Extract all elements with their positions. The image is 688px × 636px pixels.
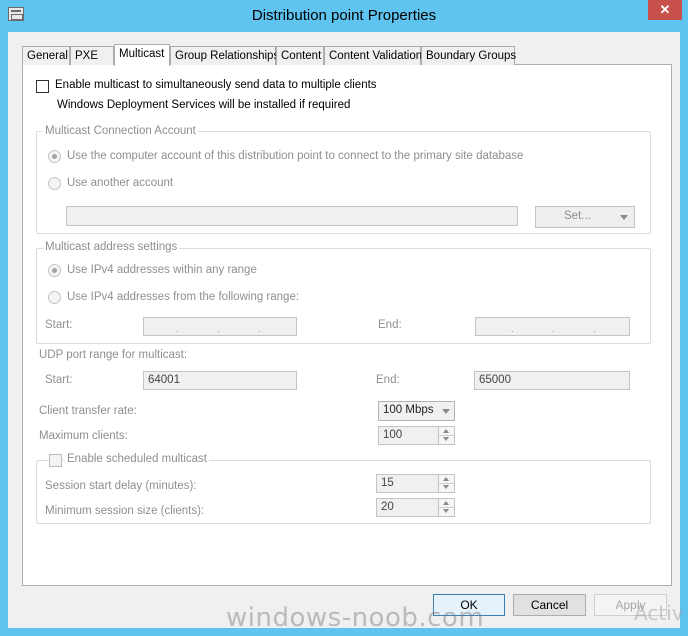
tab-group-relationships[interactable]: Group Relationships <box>170 46 279 65</box>
tab-content-validation[interactable]: Content Validation <box>324 46 422 65</box>
session-start-delay-stepper[interactable]: 15 <box>376 474 455 493</box>
ip-start-label: Start: <box>45 319 73 331</box>
enable-multicast-checkbox[interactable] <box>36 80 49 93</box>
tab-content[interactable]: Content <box>276 46 324 65</box>
watermark-text: windows-noob.com <box>226 603 485 633</box>
ip-dot: . <box>176 324 179 335</box>
wds-note: Windows Deployment Services will be inst… <box>57 99 351 111</box>
session-start-delay-value: 15 <box>381 477 394 489</box>
client-transfer-rate-select[interactable]: 100 Mbps <box>378 401 455 421</box>
ip-end-field[interactable]: . . . <box>475 317 630 336</box>
radio-another-account-label: Use another account <box>67 177 174 189</box>
ip-end-label: End: <box>378 319 402 331</box>
min-session-size-label: Minimum session size (clients): <box>45 505 205 517</box>
ip-dot: . <box>593 324 596 335</box>
udp-start-field[interactable]: 64001 <box>143 371 297 390</box>
udp-start-label: Start: <box>45 374 73 386</box>
arrow-down-icon <box>443 485 449 489</box>
udp-end-label: End: <box>376 374 400 386</box>
client-transfer-rate-label: Client transfer rate: <box>39 405 137 417</box>
tab-multicast[interactable]: Multicast <box>114 44 170 66</box>
maximum-clients-label: Maximum clients: <box>39 430 128 442</box>
connection-account-group-label: Multicast Connection Account <box>43 125 198 137</box>
chevron-down-icon <box>442 409 450 414</box>
chevron-down-icon <box>620 215 628 220</box>
dialog-client-area: General PXE Multicast Group Relationship… <box>8 32 680 628</box>
tab-general[interactable]: General <box>22 46 70 65</box>
min-session-size-stepper[interactable]: 20 <box>376 498 455 517</box>
udp-port-range-label: UDP port range for multicast: <box>39 349 188 361</box>
ip-dot: . <box>258 324 261 335</box>
ip-dot: . <box>511 324 514 335</box>
radio-following-range[interactable] <box>48 291 61 304</box>
stepper-buttons[interactable] <box>438 499 454 516</box>
activate-windows-text: Activ <box>634 601 684 625</box>
title-bar[interactable]: Distribution point Properties ✕ <box>0 0 688 32</box>
stepper-divider <box>439 483 454 484</box>
session-start-delay-label: Session start delay (minutes): <box>45 480 197 492</box>
window-title: Distribution point Properties <box>251 7 437 24</box>
tab-boundary-groups[interactable]: Boundary Groups <box>421 46 516 65</box>
address-settings-group-label: Multicast address settings <box>43 241 180 253</box>
set-button-label: Set... <box>564 210 591 222</box>
ip-dot: . <box>552 324 555 335</box>
udp-end-field[interactable]: 65000 <box>474 371 630 390</box>
ip-start-field[interactable]: . . . <box>143 317 297 336</box>
min-session-size-value: 20 <box>381 501 394 513</box>
close-icon: ✕ <box>659 2 671 17</box>
dialog-window: Distribution point Properties ✕ General … <box>0 0 688 636</box>
radio-computer-account-label: Use the computer account of this distrib… <box>67 150 524 162</box>
stepper-divider <box>439 507 454 508</box>
arrow-down-icon <box>443 509 449 513</box>
maximum-clients-value: 100 <box>383 429 403 441</box>
radio-another-account[interactable] <box>48 177 61 190</box>
enable-scheduled-multicast-checkbox[interactable] <box>49 454 62 467</box>
stepper-divider <box>439 435 454 436</box>
radio-any-range-label: Use IPv4 addresses within any range <box>67 264 257 276</box>
account-field[interactable] <box>66 206 518 226</box>
tab-pxe[interactable]: PXE <box>70 46 114 65</box>
arrow-down-icon <box>443 437 449 441</box>
arrow-up-icon <box>443 477 449 481</box>
arrow-up-icon <box>443 429 449 433</box>
radio-following-range-label: Use IPv4 addresses from the following ra… <box>67 291 300 303</box>
radio-computer-account[interactable] <box>48 150 61 163</box>
close-button[interactable]: ✕ <box>648 0 682 20</box>
arrow-up-icon <box>443 501 449 505</box>
stepper-buttons[interactable] <box>438 475 454 492</box>
client-transfer-rate-value: 100 Mbps <box>383 404 434 416</box>
radio-any-range[interactable] <box>48 264 61 277</box>
set-account-button[interactable]: Set... <box>535 206 635 228</box>
stepper-buttons[interactable] <box>438 427 454 444</box>
enable-multicast-label: Enable multicast to simultaneously send … <box>55 79 377 91</box>
cancel-button[interactable]: Cancel <box>513 594 586 616</box>
enable-scheduled-multicast-label: Enable scheduled multicast <box>65 453 209 465</box>
ip-dot: . <box>217 324 220 335</box>
maximum-clients-stepper[interactable]: 100 <box>378 426 455 445</box>
